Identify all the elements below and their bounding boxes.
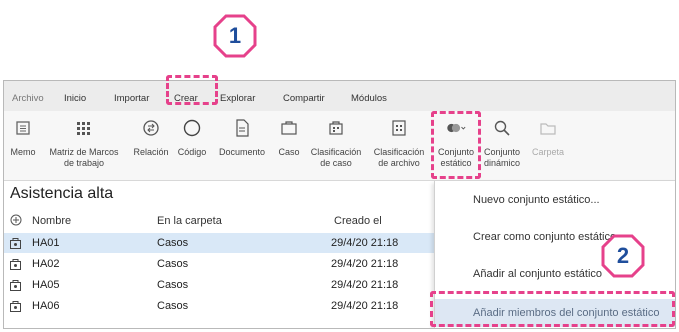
folder-button[interactable]: Carpeta: [528, 117, 568, 158]
file-classification-button[interactable]: Clasificación de archivo: [368, 117, 430, 169]
table-row[interactable]: HA05 Casos 29/4/20 21:18: [4, 275, 434, 295]
callout-badge-1: 1: [212, 13, 258, 59]
add-column-icon[interactable]: [10, 214, 22, 229]
memo-icon: [12, 117, 34, 139]
relation-icon: [140, 117, 162, 139]
file-classification-icon: [388, 117, 410, 139]
menu-inicio[interactable]: Inicio: [64, 93, 86, 104]
ribbon-toolbar: Memo Matriz de Marcos de trabajo Relació…: [4, 111, 675, 181]
case-classification-button[interactable]: Clasificación de caso: [307, 117, 365, 169]
table-row[interactable]: HA06 Casos 29/4/20 21:18: [4, 296, 434, 316]
callout-label-2: 2: [616, 243, 630, 268]
callout-badge-2: 2: [600, 233, 646, 279]
framework-matrix-button[interactable]: Matriz de Marcos de trabajo: [44, 117, 124, 169]
menu-bar: Archivo Inicio Importar Crear Explorar C…: [4, 81, 675, 111]
case-icon: [278, 117, 300, 139]
menu-item-create-as-static-set[interactable]: Crear como conjunto estático: [473, 231, 616, 243]
case-row-icon: [9, 300, 22, 316]
menu-archivo[interactable]: Archivo: [12, 93, 44, 104]
case-button[interactable]: Caso: [274, 117, 304, 158]
folder-icon: [537, 117, 559, 139]
table-row[interactable]: HA01 Casos 29/4/20 21:18: [4, 233, 434, 253]
case-row-icon: [9, 237, 22, 253]
grid-matrix-icon: [73, 117, 95, 139]
page-title: Asistencia alta: [10, 185, 114, 202]
menu-explorar[interactable]: Explorar: [220, 93, 255, 104]
code-button[interactable]: Código: [174, 117, 210, 158]
document-button[interactable]: Documento: [216, 117, 268, 158]
table-row[interactable]: HA02 Casos 29/4/20 21:18: [4, 254, 434, 274]
case-row-icon: [9, 279, 22, 295]
menu-modulos[interactable]: Módulos: [351, 93, 387, 104]
column-en-la-carpeta[interactable]: En la carpeta: [157, 215, 222, 227]
menu-compartir[interactable]: Compartir: [283, 93, 325, 104]
menu-item-add-to-static-set[interactable]: Añadir al conjunto estático: [473, 268, 602, 280]
case-classification-icon: [325, 117, 347, 139]
highlight-add-members-item: [430, 291, 675, 327]
dynamic-set-search-icon: [491, 117, 513, 139]
column-creado-el[interactable]: Creado el: [334, 215, 382, 227]
callout-label-1: 1: [228, 23, 242, 48]
dynamic-set-button[interactable]: Conjunto dinámico: [480, 117, 524, 169]
relation-button[interactable]: Relación: [130, 117, 172, 158]
document-icon: [231, 117, 253, 139]
highlight-static-set-button: [431, 111, 481, 179]
table-header: Nombre En la carpeta Creado el: [4, 211, 434, 231]
menu-importar[interactable]: Importar: [114, 93, 149, 104]
case-row-icon: [9, 258, 22, 274]
menu-item-new-static-set[interactable]: Nuevo conjunto estático...: [473, 194, 600, 206]
code-circle-icon: [181, 117, 203, 139]
memo-button[interactable]: Memo: [6, 117, 40, 158]
column-nombre[interactable]: Nombre: [32, 215, 71, 227]
highlight-crear-tab: [166, 75, 218, 105]
